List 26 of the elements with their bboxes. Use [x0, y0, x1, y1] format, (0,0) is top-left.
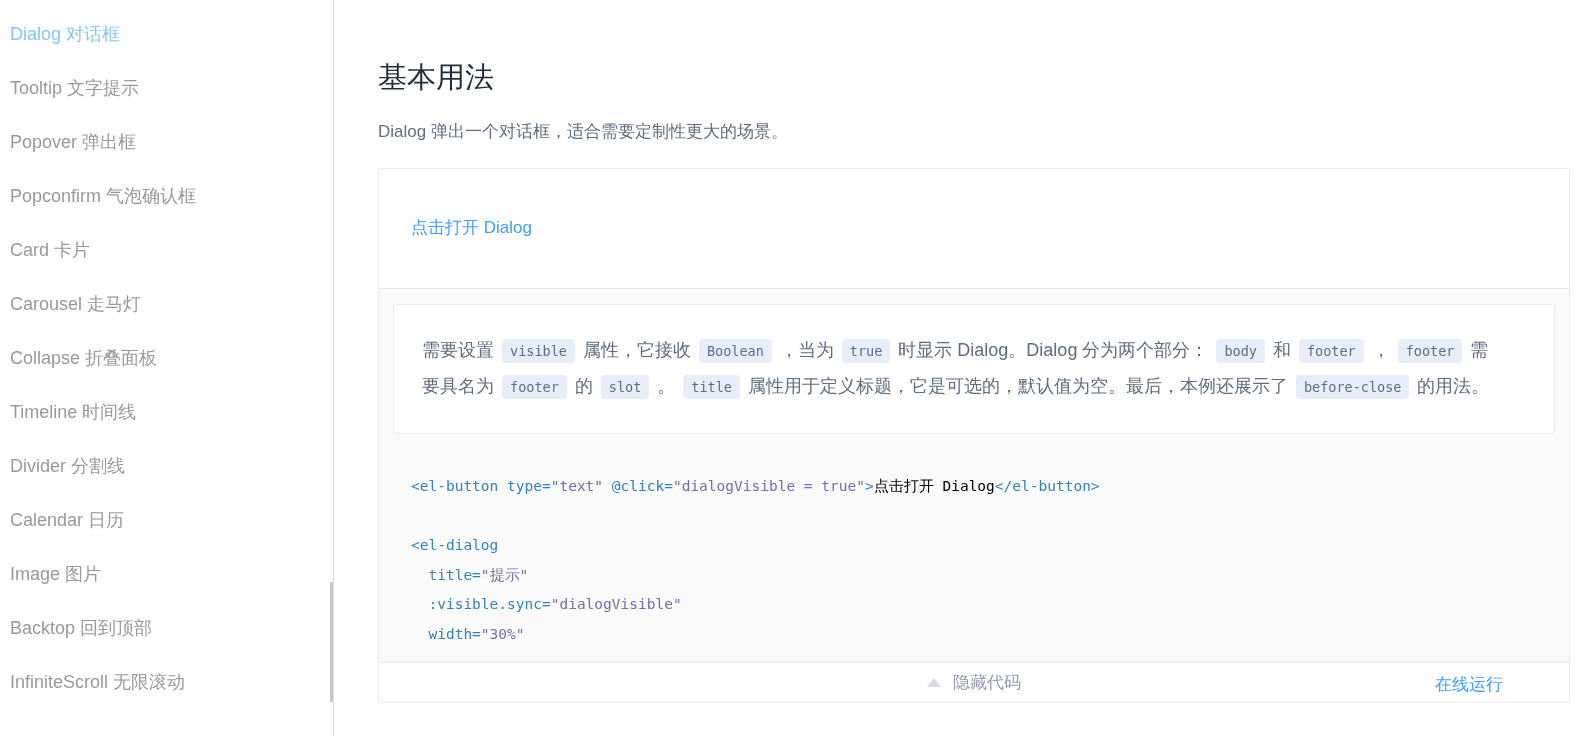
caret-up-icon	[927, 678, 941, 688]
sidebar-item[interactable]: Popconfirm 气泡确认框	[0, 182, 333, 236]
sidebar-item[interactable]: Backtop 回到顶部	[0, 614, 333, 668]
sidebar-item[interactable]: Timeline 时间线	[0, 398, 333, 452]
sidebar-item[interactable]: Calendar 日历	[0, 506, 333, 560]
sidebar-item[interactable]: InfiniteScroll 无限滚动	[0, 668, 333, 722]
sidebar-item[interactable]: Carousel 走马灯	[0, 290, 333, 344]
hide-code-button[interactable]: 隐藏代码	[921, 669, 1027, 697]
code-line: :visible.sync="dialogVisible"	[427, 595, 683, 615]
code-line: <el-button type="text" @click="dialogVisible = true">点击打开 Dialog</el-button>	[411, 477, 1101, 497]
description-text: 需要设置 visible 属性，它接收 Boolean ，当为 true 时显示 Dialog。Dialog 分为两个部分： body 和 footer ， footer 需要具名为 footer 的 slot 。 title 属性用于定义标题，它是可选的，默认值为空。最后，本例还展示了 before-close 的用法。	[422, 333, 1496, 406]
sidebar-item[interactable]: Divider 分割线	[0, 452, 333, 506]
open-dialog-link[interactable]: 点击打开 Dialog	[411, 215, 532, 241]
sidebar-item[interactable]: Card 卡片	[0, 236, 333, 290]
code-line: width="30%"	[427, 624, 526, 644]
sidebar-item[interactable]: Popover 弹出框	[0, 128, 333, 182]
sidebar-item[interactable]: Collapse 折叠面板	[0, 344, 333, 398]
sidebar-item[interactable]: Tooltip 文字提示	[0, 74, 333, 128]
code-line: title="提示"	[427, 565, 530, 585]
run-online-link[interactable]: 在线运行	[1429, 671, 1509, 699]
section-heading: 基本用法	[378, 60, 495, 95]
code-line: <el-dialog	[411, 536, 500, 556]
sidebar-item[interactable]: Image 图片	[0, 560, 333, 614]
sidebar-item[interactable]: Dialog 对话框	[0, 20, 333, 74]
scrollbar-thumb[interactable]	[330, 582, 333, 702]
intro-text: Dialog 弹出一个对话框，适合需要定制性更大的场景。	[378, 120, 789, 143]
